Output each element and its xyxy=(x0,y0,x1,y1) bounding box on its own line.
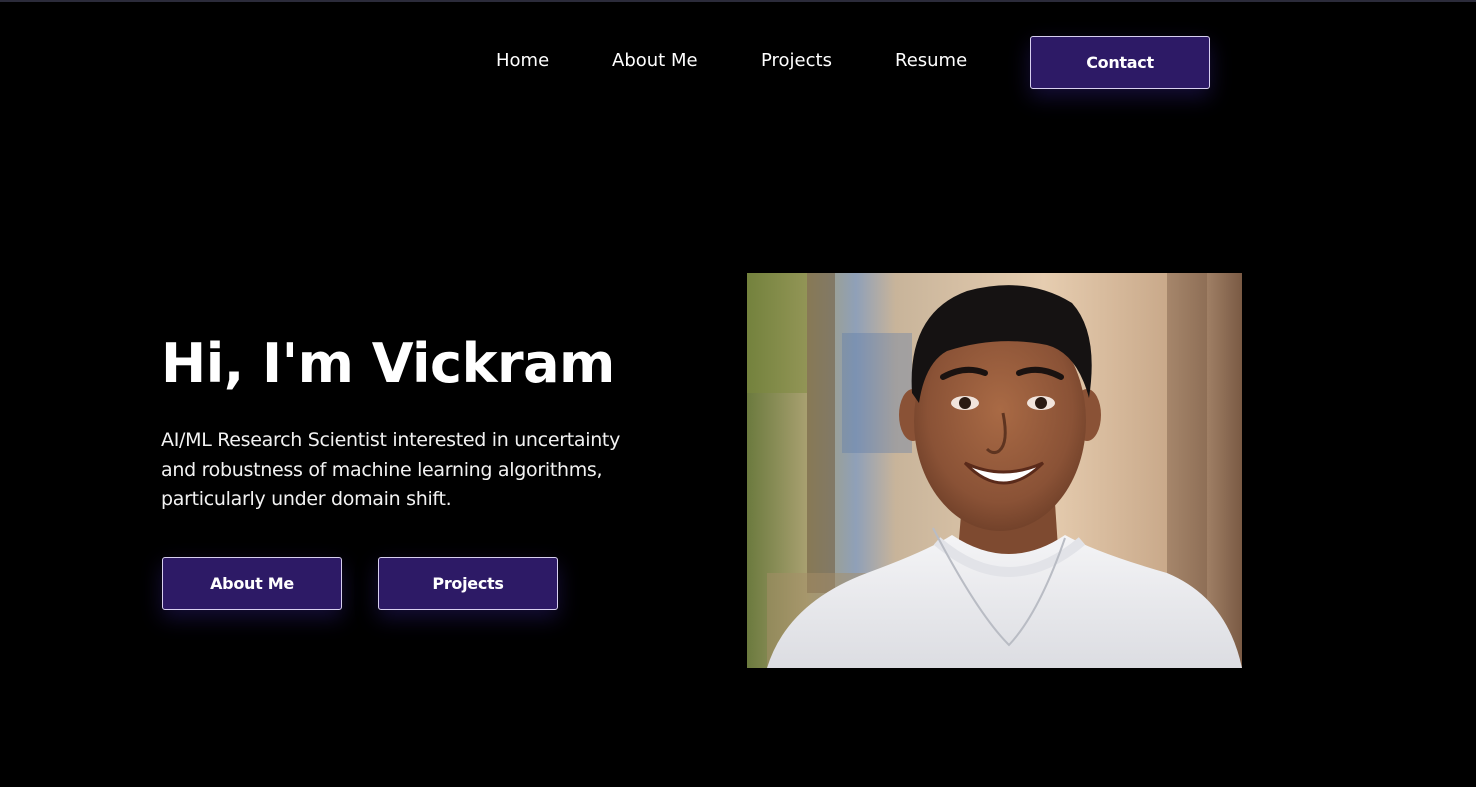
main-nav: Home About Me Projects Resume Contact xyxy=(0,36,1476,90)
hero-description: AI/ML Research Scientist interested in u… xyxy=(161,429,621,510)
page: Home About Me Projects Resume Contact Hi… xyxy=(0,0,1476,787)
profile-photo xyxy=(747,273,1242,668)
nav-link-home[interactable]: Home xyxy=(496,50,549,71)
top-divider xyxy=(0,0,1476,2)
projects-button[interactable]: Projects xyxy=(378,557,558,610)
nav-link-about-me[interactable]: About Me xyxy=(612,50,698,71)
hero-title: Hi, I'm Vickram xyxy=(161,332,615,395)
nav-link-resume[interactable]: Resume xyxy=(895,50,967,71)
contact-button[interactable]: Contact xyxy=(1030,36,1210,89)
nav-link-projects[interactable]: Projects xyxy=(761,50,832,71)
about-me-button[interactable]: About Me xyxy=(162,557,342,610)
